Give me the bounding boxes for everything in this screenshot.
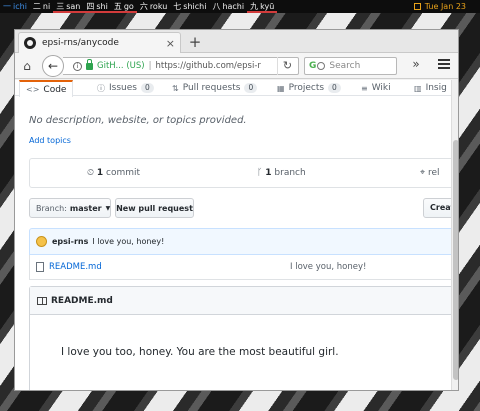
code-icon: <> (26, 85, 40, 94)
page-content: <> Code ⓘ Issues 0 ⇅ Pull requests 0 ▦ P… (15, 80, 458, 390)
workspace-roku[interactable]: 六 roku (137, 0, 170, 13)
commit-author[interactable]: epsi-rns (52, 237, 88, 246)
wiki-icon: ≡ (361, 83, 368, 93)
add-topics-link[interactable]: Add topics (29, 136, 71, 145)
search-engine-icon[interactable]: G (309, 61, 316, 71)
search-placeholder: Search (329, 61, 361, 71)
github-icon (24, 37, 36, 49)
search-input[interactable]: G Search (304, 57, 397, 75)
tab-projects[interactable]: ▦ Projects 0 (277, 80, 341, 96)
readme-box: README.md I love you too, honey. You are… (29, 286, 458, 390)
info-icon[interactable]: i (73, 61, 82, 71)
workspace-san[interactable]: 三 san (53, 0, 83, 13)
commits-link[interactable]: ⏲ 1 commit (87, 168, 140, 178)
book-icon (37, 296, 47, 305)
chevron-down-icon: ▼ (105, 204, 111, 212)
search-icon (317, 62, 326, 70)
file-link[interactable]: README.md (49, 262, 102, 272)
back-button[interactable]: ← (42, 55, 64, 77)
browser-window: epsi-rns/anycode × + ⌂ i GitH... (US) | … (14, 29, 459, 391)
file-icon (36, 262, 44, 272)
workspace-hachi[interactable]: 八 hachi (209, 0, 247, 13)
new-tab-button[interactable]: + (185, 32, 205, 52)
branches-link[interactable]: ᚴ 1 branch (257, 168, 306, 178)
history-icon: ⏲ (87, 168, 95, 178)
repo-nav: <> Code ⓘ Issues 0 ⇅ Pull requests 0 ▦ P… (15, 80, 451, 97)
tab-issues[interactable]: ⓘ Issues 0 (97, 80, 154, 96)
tab-code[interactable]: <> Code (19, 80, 74, 97)
new-pull-request-button[interactable]: New pull request (115, 198, 194, 218)
overflow-menu-icon[interactable]: » (409, 57, 423, 71)
url-bar[interactable]: i GitH... (US) | https://github.com/epsi… (63, 57, 299, 75)
workspace-shichi[interactable]: 七 shichi (170, 0, 209, 13)
tab-wiki[interactable]: ≡ Wiki (361, 80, 391, 96)
lock-icon (86, 58, 93, 70)
reload-icon[interactable]: ↻ (277, 57, 297, 75)
top-panel: 一 ichi 二 ni 三 san 四 shi 五 go 六 roku 七 shichi 八h… (0, 0, 480, 13)
readme-title: README.md (51, 295, 113, 306)
home-icon[interactable]: ⌂ (20, 57, 34, 75)
pull-request-icon: ⇅ (172, 83, 179, 93)
calendar-icon (413, 3, 421, 10)
close-tab-icon[interactable]: × (166, 37, 175, 50)
graph-icon: ▥ (414, 83, 422, 93)
avatar[interactable] (36, 236, 47, 247)
branch-select-button[interactable]: Branch: master ▼ (29, 198, 111, 218)
navigation-toolbar: ⌂ i GitH... (US) | https://github.com/ep… (15, 53, 458, 79)
workspace-kyu[interactable]: 九 kyū (247, 0, 277, 13)
pull-requests-counter: 0 (244, 83, 258, 93)
hamburger-menu-icon[interactable] (438, 59, 450, 71)
scrollbar-thumb[interactable] (453, 140, 458, 380)
commit-message[interactable]: I love you, honey! (92, 237, 164, 246)
workspace-ichi[interactable]: 一 ichi (0, 0, 30, 13)
url-separator: | (148, 61, 152, 71)
file-row: README.md I love you, honey! (29, 255, 458, 280)
vertical-scrollbar[interactable] (451, 80, 458, 390)
url-identity: GitH... (US) (97, 61, 145, 71)
projects-counter: 0 (328, 83, 341, 93)
issue-icon: ⓘ (97, 83, 105, 93)
tag-icon: ⌖ (420, 168, 426, 178)
releases-link[interactable]: ⌖ rel (420, 168, 440, 178)
latest-commit-bar: epsi-rns I love you, honey! (29, 228, 458, 255)
clock: Tue Jan 23 (413, 0, 466, 13)
readme-body: I love you too, honey. You are the most … (61, 346, 339, 358)
workspace-shi[interactable]: 四 shi (83, 0, 110, 13)
url-text[interactable]: https://github.com/epsi-r (155, 61, 260, 71)
readme-header: README.md (30, 287, 458, 315)
project-icon: ▦ (277, 83, 285, 93)
workspace-ni[interactable]: 二 ni (30, 0, 53, 13)
workspace-go[interactable]: 五 go (111, 0, 137, 13)
tab-pull-requests[interactable]: ⇅ Pull requests 0 (172, 80, 258, 96)
issues-counter: 0 (140, 83, 154, 93)
tab-insights[interactable]: ▥ Insig (414, 80, 447, 96)
browser-tab[interactable]: epsi-rns/anycode × (18, 32, 181, 53)
file-commit-message[interactable]: I love you, honey! (290, 262, 366, 272)
repo-summary: ⏲ 1 commit ᚴ 1 branch ⌖ rel (29, 158, 458, 188)
tab-title: epsi-rns/anycode (42, 38, 119, 48)
tab-strip: epsi-rns/anycode × + (15, 30, 458, 53)
branch-icon: ᚴ (257, 168, 263, 178)
repo-description: No description, website, or topics provi… (29, 115, 247, 126)
